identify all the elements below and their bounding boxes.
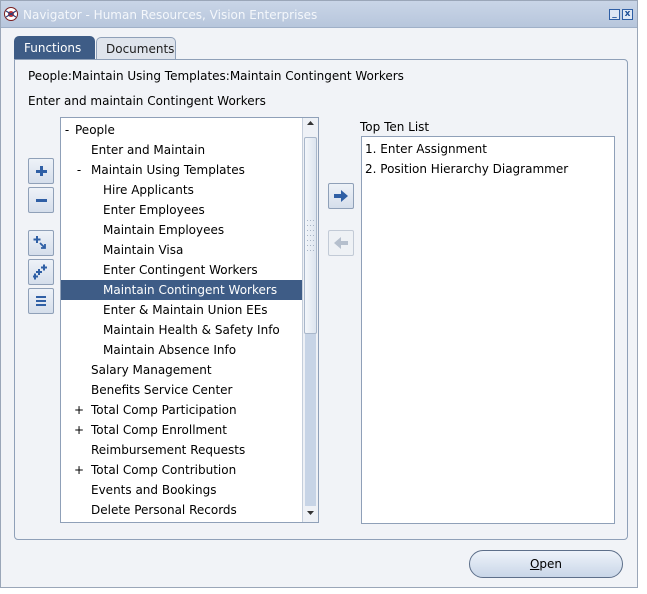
minimize-button[interactable]: _ [609,9,620,20]
tree-item-label: Delete Personal Records [91,503,237,517]
tree-item[interactable]: Enter & Maintain Union EEs [61,300,304,320]
tree-item-label: People [75,123,115,137]
scroll-thumb[interactable] [304,137,317,334]
tree-item-label: Reimbursement Requests [91,443,246,457]
tree-item-label: Total Comp Contribution [91,463,237,477]
tree-item[interactable]: Maintain Contingent Workers [61,280,304,300]
tree-item[interactable]: Maintain Visa [61,240,304,260]
top-ten-list[interactable]: 1. Enter Assignment 2. Position Hierarch… [361,136,615,524]
expand-button[interactable] [28,158,54,184]
tree-scrollbar[interactable] [302,118,318,522]
close-icon: x [624,9,631,19]
expand-branch-icon [33,236,46,249]
window-title: Navigator - Human Resources, Vision Ente… [23,8,318,22]
add-to-top-ten-button[interactable] [328,183,354,209]
close-button[interactable]: x [622,9,633,20]
tree-item[interactable]: Enter and Maintain [61,140,304,160]
tab-functions[interactable]: Functions [14,36,95,59]
tree-item[interactable]: Hire Applicants [61,180,304,200]
tree-item-label: Enter & Maintain Union EEs [103,303,268,317]
tree-item[interactable]: Enter Contingent Workers [61,260,304,280]
tree-item[interactable]: Maintain Employees [61,220,304,240]
open-button[interactable]: Open [469,550,623,578]
tree-item-label: Maintain Visa [103,243,184,257]
expand-node-icon[interactable]: + [74,420,84,440]
scroll-down-arrow[interactable] [304,508,317,521]
tree-item[interactable]: + Total Comp Contribution [61,460,304,480]
open-button-label: pen [539,557,563,571]
tree-item-label: Maintain Absence Info [103,343,237,357]
tree-item-label: Total Comp Participation [91,403,237,417]
expand-branch-button[interactable] [28,230,54,256]
function-description: Enter and maintain Contingent Workers [28,94,266,108]
scroll-down-icon [307,511,314,515]
tree-item[interactable]: + Total Comp Enrollment [61,420,304,440]
tree-item-label: Events and Bookings [91,483,217,497]
arrow-right-icon [334,190,348,202]
function-path: People:Maintain Using Templates:Maintain… [28,69,404,83]
title-bar[interactable]: Navigator - Human Resources, Vision Ente… [1,1,637,28]
tree-item-label: Enter Employees [103,203,205,217]
tree-item[interactable]: Delete Personal Records [61,500,304,520]
grip-icon [307,220,314,251]
tree-item-label: Enter Contingent Workers [103,263,258,277]
minimize-icon: _ [612,9,617,19]
navigator-window: Navigator - Human Resources, Vision Ente… [0,0,638,588]
tree-item[interactable]: Enter Employees [61,200,304,220]
tree-item[interactable]: - People [61,120,304,140]
collapse-node-icon[interactable]: - [74,160,84,180]
expand-node-icon[interactable]: + [74,460,84,480]
tree-item-label: Hire Applicants [103,183,194,197]
tree-item[interactable]: Maintain Health & Safety Info [61,320,304,340]
collapse-all-button[interactable] [28,288,54,314]
tree-item-label: Benefits Service Center [91,383,233,397]
minus-icon [36,199,47,202]
scroll-up-icon [307,121,314,125]
scroll-track[interactable] [305,334,316,506]
collapse-all-icon [36,296,46,306]
tree-item-label: Maintain Using Templates [91,163,245,177]
tree-item[interactable]: Salary Management [61,360,304,380]
collapse-button[interactable] [28,187,54,213]
remove-from-top-ten-button[interactable] [328,230,354,256]
expand-all-button[interactable] [28,259,54,285]
function-tree[interactable]: - People Enter and Maintain - Maintain Using… [60,117,319,523]
top-ten-item[interactable]: 1. Enter Assignment [365,139,487,159]
collapse-node-icon[interactable]: - [62,120,72,140]
top-ten-label: Top Ten List [360,120,430,134]
tree-item[interactable]: - Maintain Using Templates [61,160,304,180]
tree-item-label: Maintain Health & Safety Info [103,323,280,337]
expand-all-icon [33,264,47,280]
tree-item[interactable]: Benefits Service Center [61,380,304,400]
tree-item[interactable]: Events and Bookings [61,480,304,500]
tab-documents[interactable]: Documents [96,37,176,59]
plus-icon [36,166,47,176]
tree-item[interactable]: Maintain Absence Info [61,340,304,360]
tree-item-label: Salary Management [91,363,212,377]
tree-item[interactable]: + Total Comp Participation [61,400,304,420]
top-ten-item[interactable]: 2. Position Hierarchy Diagrammer [365,159,568,179]
scroll-up-arrow[interactable] [304,119,317,132]
tree-item-label: Total Comp Enrollment [91,423,227,437]
tree-item-label: Maintain Contingent Workers [103,283,278,297]
expand-node-icon[interactable]: + [74,400,84,420]
tree-item-label: Enter and Maintain [91,143,206,157]
tree-item[interactable]: Reimbursement Requests [61,440,304,460]
arrow-left-icon [334,237,348,249]
oracle-app-icon [4,7,18,21]
open-button-mnemonic: O [529,557,540,571]
tree-item-label: Maintain Employees [103,223,225,237]
